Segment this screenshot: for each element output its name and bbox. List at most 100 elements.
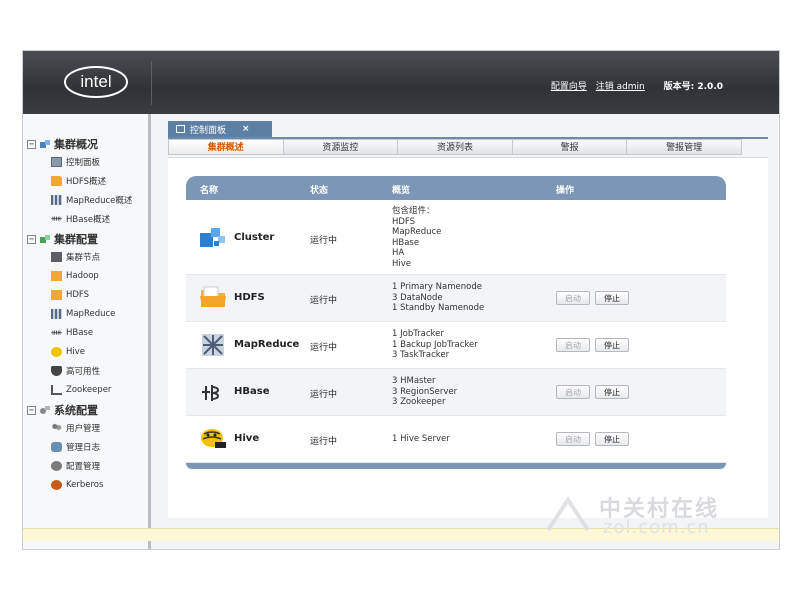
stop-button[interactable]: 停止 xyxy=(595,385,629,399)
dashboard-tab-icon xyxy=(176,125,185,133)
sidebar-item-hive[interactable]: Hive xyxy=(51,345,85,359)
folder-icon xyxy=(200,286,226,307)
service-status: 运行中 xyxy=(310,343,338,353)
close-icon[interactable]: × xyxy=(242,124,250,134)
sidebar-item-label: 集群节点 xyxy=(66,253,101,263)
sidebar-item-dashboard[interactable]: 控制面板 xyxy=(51,155,100,169)
sidebar-item-label: HDFS xyxy=(66,290,90,300)
services-table: 名称 状态 概览 操作 Cluster 运行中 包含组件： HDFS MapRe… xyxy=(186,176,726,469)
tab-bar: 控制面板 × xyxy=(168,121,768,139)
service-summary: 包含组件： HDFS MapReduce HBase HA Hive xyxy=(392,206,442,269)
sidebar-item-mapreduce-overview[interactable]: MapReduce概述 xyxy=(51,193,132,207)
service-name: HBase xyxy=(234,386,270,397)
sidebar-item-zookeeper[interactable]: Zookeeper xyxy=(51,383,111,397)
table-row: Hive 运行中 1 Hive Server 启动 停止 xyxy=(186,416,726,463)
subtab-cluster-overview[interactable]: 集群概述 xyxy=(168,139,284,155)
collapse-toggle-icon[interactable]: − xyxy=(27,234,36,244)
start-button[interactable]: 启动 xyxy=(556,432,590,446)
cluster-config-icon xyxy=(40,235,50,243)
service-summary: 1 Primary Namenode 3 DataNode 1 Standby … xyxy=(392,282,485,313)
hive-icon xyxy=(201,429,226,448)
sidebar-item-hbase[interactable]: ᚔ HBase xyxy=(51,326,93,340)
table-header: 名称 状态 概览 操作 xyxy=(186,176,726,200)
users-icon xyxy=(51,423,62,433)
sidebar-item-label: 高可用性 xyxy=(66,367,101,377)
sidebar-item-label: Hive xyxy=(66,347,86,357)
server-icon xyxy=(51,252,62,262)
sidebar-section-cluster-overview[interactable]: − 集群概况 xyxy=(27,136,98,152)
sidebar-item-high-availability[interactable]: 高可用性 xyxy=(51,364,100,378)
sidebar-item-label: 控制面板 xyxy=(66,158,101,168)
stop-button[interactable]: 停止 xyxy=(595,432,629,446)
config-wizard-link[interactable]: 配置向导 xyxy=(551,82,587,92)
collapse-toggle-icon[interactable]: − xyxy=(27,139,36,149)
sidebar-item-hadoop[interactable]: Hadoop xyxy=(51,269,99,283)
service-status: 运行中 xyxy=(310,296,338,306)
sidebar-section-label: 集群配置 xyxy=(54,233,98,246)
service-name: Hive xyxy=(234,433,260,444)
header-name: 名称 xyxy=(200,186,219,196)
version-label: 版本号: 2.0.0 xyxy=(663,82,723,92)
sidebar-item-hdfs[interactable]: HDFS xyxy=(51,288,89,302)
subtab-alerts[interactable]: 警报 xyxy=(512,139,628,155)
shield-icon xyxy=(51,366,62,376)
zookeeper-icon xyxy=(51,385,62,395)
subtab-alert-management[interactable]: 警报管理 xyxy=(627,139,742,155)
service-name: Cluster xyxy=(234,232,275,243)
header-status: 状态 xyxy=(310,186,329,196)
tab-dashboard[interactable]: 控制面板 × xyxy=(168,121,272,137)
sidebar-section-system-config[interactable]: − 系统配置 xyxy=(27,402,98,418)
sidebar-item-label: 用户管理 xyxy=(66,424,101,434)
log-icon xyxy=(51,442,62,452)
sidebar-item-label: HDFS概述 xyxy=(66,177,107,187)
sidebar-item-user-management[interactable]: 用户管理 xyxy=(51,421,100,435)
grid-icon xyxy=(51,309,62,319)
folder-icon xyxy=(51,176,62,186)
sidebar-section-cluster-config[interactable]: − 集群配置 xyxy=(27,231,98,247)
start-button[interactable]: 启动 xyxy=(556,338,590,352)
overview-panel: 名称 状态 概览 操作 Cluster 运行中 包含组件： HDFS MapRe… xyxy=(168,157,768,518)
app-header: intel 配置向导 注销 admin 版本号: 2.0.0 xyxy=(23,51,779,114)
kerberos-icon xyxy=(51,480,62,490)
sub-tab-bar: 集群概述 资源监控 资源列表 警报 警报管理 xyxy=(168,139,742,155)
stop-button[interactable]: 停止 xyxy=(595,291,629,305)
sidebar-item-label: MapReduce xyxy=(66,309,116,319)
sidebar-item-label: MapReduce概述 xyxy=(66,196,133,206)
header-divider xyxy=(151,61,152,105)
start-button[interactable]: 启动 xyxy=(556,385,590,399)
service-status: 运行中 xyxy=(310,437,338,447)
collapse-toggle-icon[interactable]: − xyxy=(27,405,36,415)
subtab-resource-monitor[interactable]: 资源监控 xyxy=(283,139,399,155)
folder-icon xyxy=(51,290,62,300)
sidebar-item-hbase-overview[interactable]: ᚔ HBase概述 xyxy=(51,212,110,226)
subtab-resource-list[interactable]: 资源列表 xyxy=(398,139,513,155)
table-row: HDFS 运行中 1 Primary Namenode 3 DataNode 1… xyxy=(186,275,726,322)
tab-label: 控制面板 xyxy=(190,125,227,136)
hive-icon xyxy=(51,347,62,357)
sidebar-item-label: HBase xyxy=(66,328,94,338)
system-config-icon xyxy=(40,406,50,414)
sidebar-item-label: Kerberos xyxy=(66,480,104,490)
sidebar-item-hdfs-overview[interactable]: HDFS概述 xyxy=(51,174,106,188)
intel-logo: intel xyxy=(64,66,128,98)
header-links: 配置向导 注销 admin 版本号: 2.0.0 xyxy=(551,79,723,92)
sidebar-item-config-management[interactable]: 配置管理 xyxy=(51,459,100,473)
grid-icon xyxy=(51,195,62,205)
sidebar-section-label: 系统配置 xyxy=(54,404,98,417)
sidebar-item-label: Hadoop xyxy=(66,271,99,281)
header-summary: 概览 xyxy=(392,186,411,196)
table-row: Cluster 运行中 包含组件： HDFS MapReduce HBase H… xyxy=(186,200,726,275)
sidebar-item-label: 配置管理 xyxy=(66,462,101,472)
sidebar-item-admin-log[interactable]: 管理日志 xyxy=(51,440,100,454)
logout-link[interactable]: 注销 admin xyxy=(596,82,645,92)
app-window: intel 配置向导 注销 admin 版本号: 2.0.0 − 集群概况 控制… xyxy=(22,50,780,550)
hbase-icon: ᚔ xyxy=(51,214,62,223)
sidebar-item-kerberos[interactable]: Kerberos xyxy=(51,478,103,492)
start-button[interactable]: 启动 xyxy=(556,291,590,305)
service-summary: 1 JobTracker 1 Backup JobTracker 3 TaskT… xyxy=(392,329,478,360)
stop-button[interactable]: 停止 xyxy=(595,338,629,352)
sidebar-item-cluster-nodes[interactable]: 集群节点 xyxy=(51,250,100,264)
watermark-logo-icon xyxy=(546,496,590,532)
sidebar-item-mapreduce[interactable]: MapReduce xyxy=(51,307,115,321)
watermark-text-en: zol.com.cn xyxy=(603,517,710,538)
